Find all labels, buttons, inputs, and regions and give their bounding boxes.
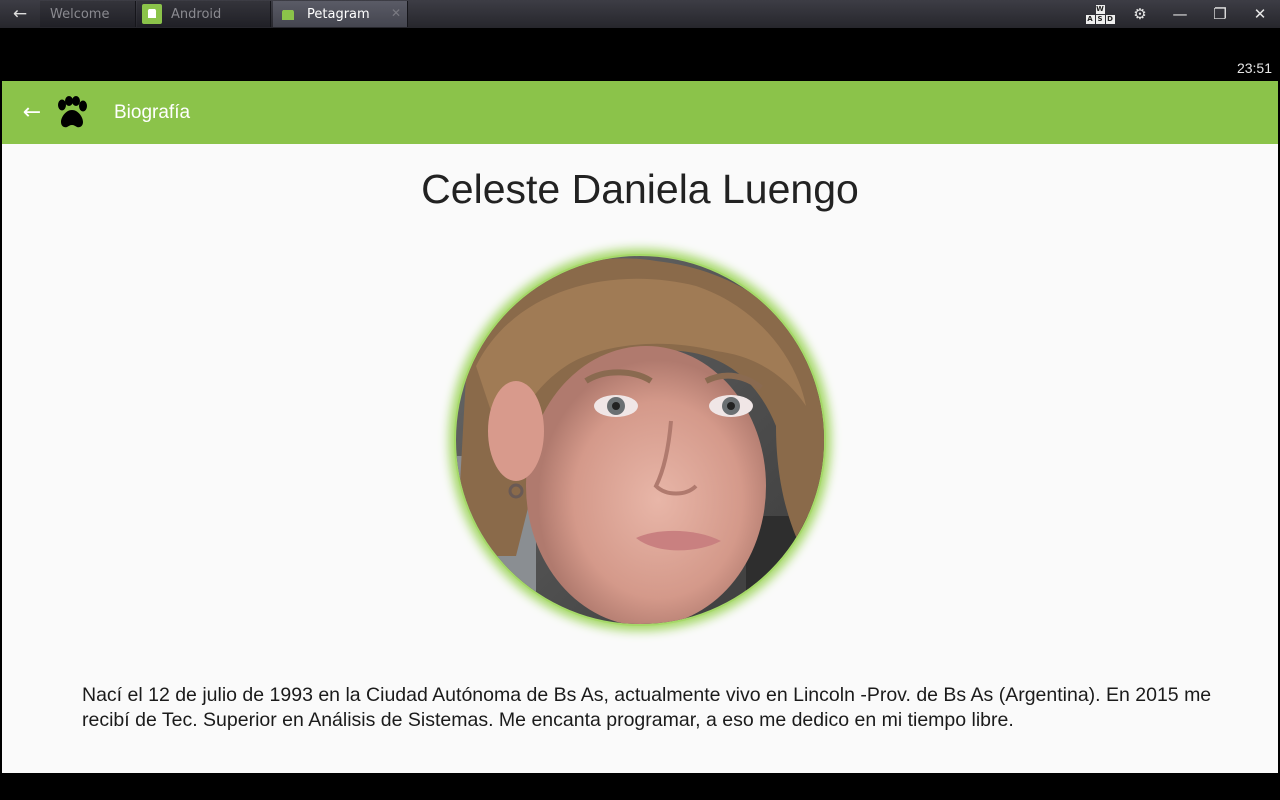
key-d: D <box>1105 14 1115 24</box>
bottom-bar <box>0 773 1280 800</box>
android-icon <box>141 3 163 25</box>
restore-icon[interactable]: ❐ <box>1200 0 1240 28</box>
avatar <box>456 256 824 624</box>
status-bar: 23:51 <box>0 28 1280 80</box>
keyboard-mapping-icon[interactable]: W A S D <box>1080 0 1120 28</box>
key-s: S <box>1095 14 1105 24</box>
biography-text: Nací el 12 de julio de 1993 en la Ciudad… <box>82 684 1212 731</box>
tab-welcome[interactable]: Welcome <box>40 1 136 27</box>
window-title-bar: ← Welcome Android Petagram ✕ W A S D ⚙ —… <box>0 0 1280 28</box>
key-a: A <box>1085 14 1095 24</box>
tab-petagram[interactable]: Petagram ✕ <box>273 1 408 27</box>
tab-label: Petagram <box>307 6 370 22</box>
page-title: Biografía <box>114 101 191 123</box>
biography-content: Celeste Daniela Luengo Nací el 12 de jul… <box>2 144 1278 773</box>
tab-label: Welcome <box>50 6 110 22</box>
paw-icon <box>52 93 92 133</box>
tab-label: Android <box>171 6 222 22</box>
status-clock: 23:51 <box>1236 60 1272 76</box>
tab-android[interactable]: Android <box>137 1 271 27</box>
minimize-icon[interactable]: — <box>1160 0 1200 28</box>
gear-icon[interactable]: ⚙ <box>1120 0 1160 28</box>
close-icon[interactable]: ✕ <box>391 6 401 20</box>
window-controls: W A S D ⚙ — ❐ ✕ <box>1080 0 1280 28</box>
android-icon <box>277 3 299 25</box>
close-window-icon[interactable]: ✕ <box>1240 0 1280 28</box>
profile-name: Celeste Daniela Luengo <box>421 166 859 212</box>
back-arrow-icon[interactable]: ← <box>0 0 40 28</box>
avatar-ring <box>454 254 826 626</box>
key-w: W <box>1095 4 1105 14</box>
app-toolbar: ← Biografía <box>2 81 1278 144</box>
